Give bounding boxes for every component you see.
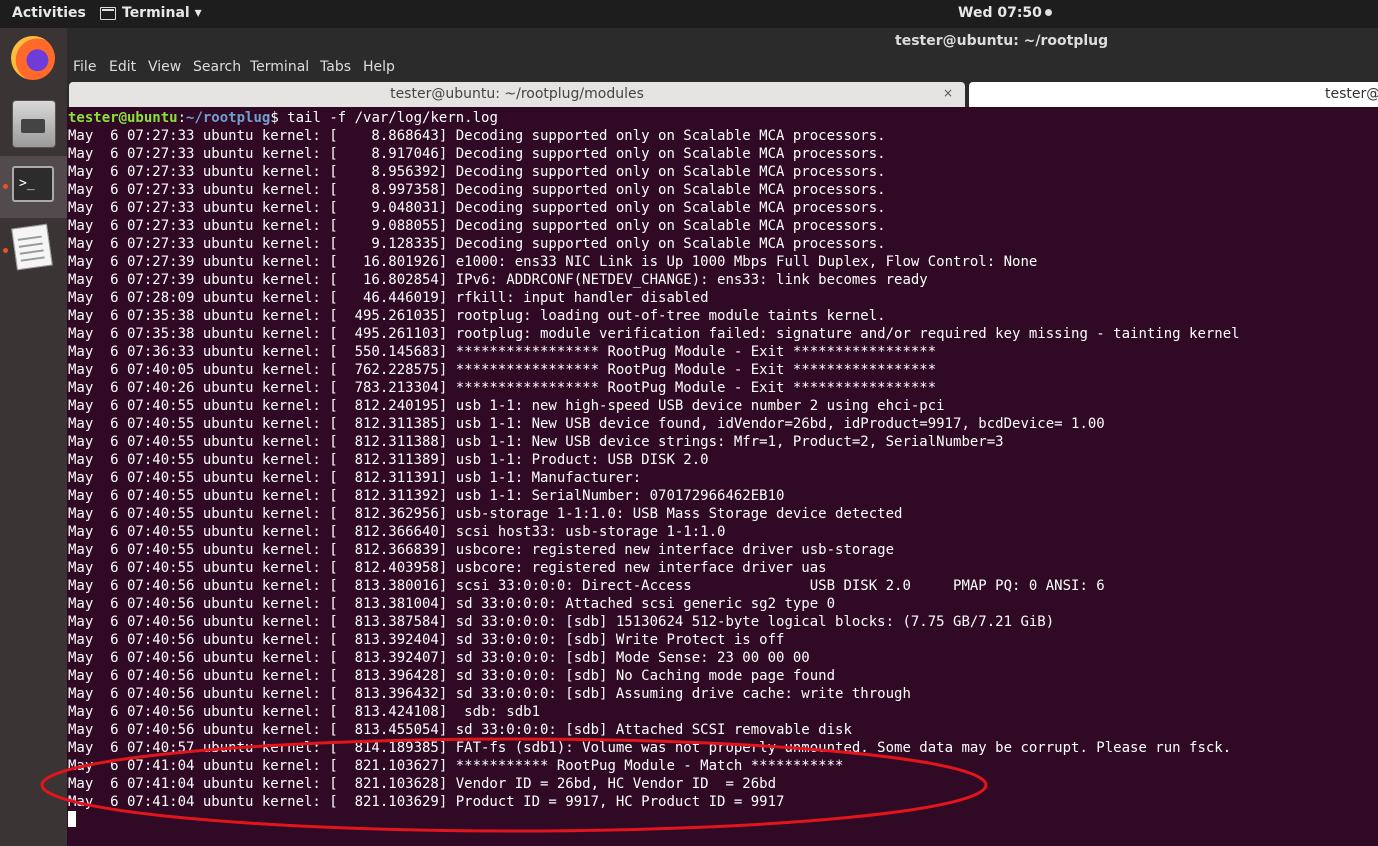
firefox-icon: [11, 36, 55, 80]
app-menu-label: Terminal ▾: [122, 5, 202, 21]
log-line: May 6 07:40:56 ubuntu kernel: [ 813.3800…: [68, 578, 1105, 594]
dock-item-files[interactable]: [0, 94, 67, 156]
clock-label: Wed 07:50: [958, 5, 1042, 21]
prompt-symbol: $: [270, 110, 288, 126]
log-line: May 6 07:40:55 ubuntu kernel: [ 812.3629…: [68, 506, 903, 522]
menu-tabs[interactable]: Tabs: [320, 59, 351, 75]
log-lines: May 6 07:27:33 ubuntu kernel: [ 8.868643…: [68, 127, 1378, 811]
menu-edit[interactable]: Edit: [109, 59, 136, 75]
app-menu-terminal[interactable]: Terminal ▾: [100, 5, 202, 21]
tab-label: tester@ubuntu: ~/rootplug/modules: [390, 86, 644, 102]
menu-file[interactable]: File: [73, 59, 96, 75]
log-line: May 6 07:40:55 ubuntu kernel: [ 812.3113…: [68, 488, 785, 504]
log-line: May 6 07:27:39 ubuntu kernel: [ 16.80192…: [68, 254, 1038, 270]
prompt-command: tail -f /var/log/kern.log: [287, 110, 498, 126]
log-line: May 6 07:40:55 ubuntu kernel: [ 812.4039…: [68, 560, 827, 576]
menu-search[interactable]: Search: [193, 59, 241, 75]
log-line: May 6 07:40:55 ubuntu kernel: [ 812.3113…: [68, 416, 1105, 432]
log-line: May 6 07:40:55 ubuntu kernel: [ 812.3113…: [68, 470, 642, 486]
log-line: May 6 07:27:33 ubuntu kernel: [ 8.868643…: [68, 128, 886, 144]
terminal-app-icon: [100, 6, 116, 20]
text-editor-icon: [11, 223, 53, 271]
log-line: May 6 07:35:38 ubuntu kernel: [ 495.2610…: [68, 308, 886, 324]
files-icon: [12, 100, 56, 148]
dock-item-terminal[interactable]: >_: [0, 156, 67, 218]
running-indicator-icon: [3, 248, 8, 253]
log-line: May 6 07:40:56 ubuntu kernel: [ 813.3875…: [68, 614, 1055, 630]
prompt-line: tester@ubuntu:~/rootplug$ tail -f /var/l…: [68, 109, 1378, 127]
log-line: May 6 07:27:33 ubuntu kernel: [ 8.997358…: [68, 182, 886, 198]
dock-item-firefox[interactable]: [0, 30, 67, 92]
log-line: May 6 07:27:33 ubuntu kernel: [ 9.128335…: [68, 236, 886, 252]
log-line: May 6 07:40:26 ubuntu kernel: [ 783.2133…: [68, 380, 937, 396]
menu-terminal[interactable]: Terminal: [250, 59, 309, 75]
log-line: May 6 07:40:55 ubuntu kernel: [ 812.3113…: [68, 452, 709, 468]
window-title-bar[interactable]: tester@ubuntu: ~/rootplug: [67, 28, 1378, 56]
log-line: May 6 07:40:55 ubuntu kernel: [ 812.3668…: [68, 542, 895, 558]
log-line: May 6 07:36:33 ubuntu kernel: [ 550.1456…: [68, 344, 937, 360]
menu-bar: File Edit View Search Terminal Tabs Help: [67, 56, 1378, 80]
log-line: May 6 07:40:56 ubuntu kernel: [ 813.3924…: [68, 632, 785, 648]
notification-dot-icon: [1044, 9, 1052, 16]
tab-rootplug[interactable]: tester@: [969, 82, 1378, 107]
close-icon[interactable]: ×: [943, 86, 953, 100]
log-line: May 6 07:28:09 ubuntu kernel: [ 46.44601…: [68, 290, 709, 306]
prompt-user: tester@ubuntu: [68, 110, 178, 126]
window-title: tester@ubuntu: ~/rootplug: [895, 33, 1109, 49]
dock: >_: [0, 28, 67, 846]
log-line: May 6 07:40:56 ubuntu kernel: [ 813.3810…: [68, 596, 836, 612]
log-line: May 6 07:40:55 ubuntu kernel: [ 812.3113…: [68, 434, 1004, 450]
tab-label: tester@: [1325, 86, 1378, 102]
clock[interactable]: Wed 07:50: [958, 5, 1052, 21]
log-line: May 6 07:40:56 ubuntu kernel: [ 813.3964…: [68, 668, 836, 684]
log-line: May 6 07:40:55 ubuntu kernel: [ 812.3666…: [68, 524, 726, 540]
top-panel: Activities Terminal ▾ Wed 07:50: [0, 0, 1378, 28]
running-indicator-icon: [3, 184, 8, 189]
annotation-ellipse: [40, 737, 988, 833]
dock-item-text-editor[interactable]: [0, 220, 67, 282]
tab-modules[interactable]: tester@ubuntu: ~/rootplug/modules ×: [69, 82, 965, 107]
log-line: May 6 07:40:56 ubuntu kernel: [ 813.4241…: [68, 704, 541, 720]
terminal-icon: >_: [12, 166, 54, 202]
tab-bar: tester@ubuntu: ~/rootplug/modules × test…: [67, 80, 1378, 107]
menu-view[interactable]: View: [148, 59, 181, 75]
log-line: May 6 07:40:05 ubuntu kernel: [ 762.2285…: [68, 362, 937, 378]
log-line: May 6 07:27:33 ubuntu kernel: [ 9.048031…: [68, 200, 886, 216]
log-line: May 6 07:40:55 ubuntu kernel: [ 812.2401…: [68, 398, 945, 414]
menu-help[interactable]: Help: [363, 59, 395, 75]
log-line: May 6 07:40:56 ubuntu kernel: [ 813.3924…: [68, 650, 810, 666]
log-line: May 6 07:27:39 ubuntu kernel: [ 16.80285…: [68, 272, 928, 288]
highlight-annotation: [40, 737, 988, 833]
prompt-path: ~/rootplug: [186, 110, 271, 126]
log-line: May 6 07:27:33 ubuntu kernel: [ 8.956392…: [68, 164, 886, 180]
prompt-separator: :: [177, 110, 187, 126]
activities-button[interactable]: Activities: [12, 5, 86, 21]
log-line: May 6 07:35:38 ubuntu kernel: [ 495.2611…: [68, 326, 1240, 342]
log-line: May 6 07:40:56 ubuntu kernel: [ 813.3964…: [68, 686, 911, 702]
log-line: May 6 07:27:33 ubuntu kernel: [ 9.088055…: [68, 218, 886, 234]
log-line: May 6 07:27:33 ubuntu kernel: [ 8.917046…: [68, 146, 886, 162]
